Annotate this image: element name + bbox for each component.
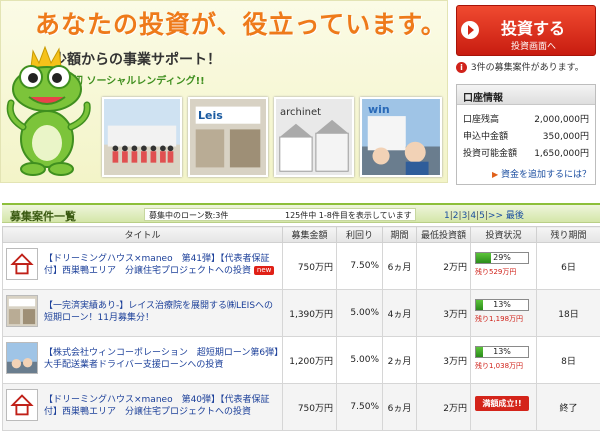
progress-bar: 29% — [475, 252, 529, 264]
account-row: 口座残高 2,000,000円 — [463, 112, 589, 125]
column-header[interactable]: タイトル — [2, 226, 283, 243]
loan-amount: 1,200万円 — [282, 336, 337, 384]
progress-bar: 13% — [475, 299, 529, 311]
account-row: 申込中金額 350,000円 — [463, 129, 589, 142]
loan-amount: 1,390万円 — [282, 289, 337, 337]
loan-yield: 7.50% — [336, 383, 383, 431]
table-header-row: タイトル 募集金額 利回り 期間 最低投資額 投資状況 残り期間 — [2, 226, 600, 243]
progress-bar: 13% — [475, 346, 529, 358]
account-info-panel: 口座情報 口座残高 2,000,000円 申込中金額 350,000円 投資可能… — [456, 84, 596, 185]
loan-amount: 750万円 — [282, 242, 337, 290]
account-row-value: 2,000,000円 — [534, 115, 589, 125]
progress-percent: 13% — [493, 347, 511, 356]
loan-min-investment: 3万円 — [416, 289, 471, 337]
invest-button-label: 投資する — [501, 19, 566, 38]
house-logo-icon — [6, 248, 38, 280]
invest-button[interactable]: 投資する 投資画面へ — [456, 5, 596, 56]
project-photos: Leis archinet win — [102, 97, 444, 179]
account-row: 投資可能金額 1,650,000円 — [463, 146, 589, 159]
loan-yield: 7.50% — [336, 242, 383, 290]
arrow-right-icon — [461, 21, 479, 39]
house-logo-icon — [6, 389, 38, 421]
loan-min-investment: 3万円 — [416, 336, 471, 384]
account-row-value: 1,650,000円 — [534, 149, 589, 159]
loan-term: 6ヵ月 — [382, 242, 417, 290]
remaining-amount: 残り1,038万円 — [475, 362, 524, 370]
add-funds-link[interactable]: ▶ 資金を追加するには？ — [492, 167, 591, 180]
column-header[interactable]: 投資状況 — [470, 226, 537, 243]
loan-title-link[interactable]: 【株式会社ウィンコーポレーション 超短期ローン第6弾】大手配送業者ドライバー支援… — [44, 347, 280, 371]
table-row[interactable]: 【一完済実績あり-】レイス治療院を展開する㈱LEISへの短期ローン！11月募集分… — [2, 289, 600, 337]
loan-yield: 5.00% — [336, 336, 383, 384]
account-row-label: 口座残高 — [463, 115, 500, 125]
leis-logo: Leis — [198, 109, 223, 122]
listing-summary: 募集中のローン数:3件 125件中 1-8件目を表示しています — [144, 208, 416, 221]
next-page-link[interactable]: >> — [488, 211, 503, 221]
table-row[interactable]: 【株式会社ウィンコーポレーション 超短期ローン第6弾】大手配送業者ドライバー支援… — [2, 336, 600, 384]
loan-term: 6ヵ月 — [382, 383, 417, 431]
loan-yield: 5.00% — [336, 289, 383, 337]
progress-percent: 13% — [493, 300, 511, 309]
frog-mascot-icon — [6, 45, 91, 176]
table-row[interactable]: 【ドリーミングハウス×maneo 第40弾】【代表者保証付】西巣鴨エリア 分譲住… — [2, 383, 600, 431]
pagination: 1|2|3|4|5|>> 最後 — [444, 211, 524, 221]
win-logo: win — [368, 103, 390, 116]
new-badge: new — [253, 266, 275, 275]
loan-amount: 750万円 — [282, 383, 337, 431]
invest-button-sublabel: 投資画面へ — [511, 42, 557, 52]
table-row[interactable]: 【ドリーミングハウス×maneo 第41弾】【代表者保証付】西巣鴨エリア 分譲住… — [2, 242, 600, 290]
column-header[interactable]: 利回り — [336, 226, 383, 243]
account-row-value: 350,000円 — [542, 132, 589, 142]
archinet-logo: archinet — [280, 107, 322, 118]
photo-win: win — [360, 97, 442, 177]
account-title: 口座情報 — [457, 85, 595, 105]
loans-table: タイトル 募集金額 利回り 期間 最低投資額 投資状況 残り期間 【ドリーミング… — [2, 226, 600, 431]
remaining-period: 8日 — [536, 336, 600, 384]
loan-title-link[interactable]: 【一完済実績あり-】レイス治療院を展開する㈱LEISへの短期ローン！11月募集分… — [44, 300, 280, 324]
progress-percent: 29% — [493, 253, 511, 262]
loan-title-text: 【一完済実績あり-】レイス治療院を展開する㈱LEISへの短期ローン！11月募集分… — [44, 301, 274, 323]
leis-thumbnail-icon — [6, 295, 38, 327]
column-header[interactable]: 残り期間 — [536, 226, 600, 243]
loan-title-text: 【ドリーミングハウス×maneo 第40弾】【代表者保証付】西巣鴨エリア 分譲住… — [44, 395, 270, 417]
loan-term: 2ヵ月 — [382, 336, 417, 384]
promo-banner[interactable]: あなたの投資が、役立っています。 少額からの事業サポート！ 日本初 ソーシャルレ… — [0, 0, 448, 183]
loan-title-text: 【ドリーミングハウス×maneo 第41弾】【代表者保証付】西巣鴨エリア 分譲住… — [44, 254, 270, 276]
photo-group — [102, 97, 182, 177]
remaining-period: 終了 — [536, 383, 600, 431]
account-row-label: 申込中金額 — [463, 132, 509, 142]
loan-term: 4ヵ月 — [382, 289, 417, 337]
banner-headline: あなたの投資が、役立っています。 — [35, 10, 447, 39]
notice-text: 3件の募集案件があります。 — [470, 63, 584, 73]
loan-min-investment: 2万円 — [416, 242, 471, 290]
win-thumbnail-icon — [6, 342, 38, 374]
listing-header-bar: 募集案件一覧 募集中のローン数:3件 125件中 1-8件目を表示しています 1… — [2, 203, 600, 223]
loan-title-text: 【株式会社ウィンコーポレーション 超短期ローン第6弾】大手配送業者ドライバー支援… — [44, 348, 279, 370]
column-header[interactable]: 期間 — [382, 226, 417, 243]
listing-range: 125件中 1-8件目を表示しています — [285, 211, 412, 220]
column-header[interactable]: 募集金額 — [282, 226, 337, 243]
add-funds-label: 資金を追加するには？ — [500, 170, 591, 180]
photo-leis: Leis — [188, 97, 268, 177]
photo-archinet: archinet — [274, 97, 354, 177]
open-loans-notice: i 3件の募集案件があります。 — [456, 60, 584, 74]
remaining-amount: 残り529万円 — [475, 268, 517, 276]
loan-title-link[interactable]: 【ドリーミングハウス×maneo 第40弾】【代表者保証付】西巣鴨エリア 分譲住… — [44, 394, 280, 418]
account-row-label: 投資可能金額 — [463, 149, 518, 159]
listing-count: 募集中のローン数:3件 — [149, 211, 229, 220]
fully-funded-badge: 満額成立!! — [475, 396, 529, 411]
remaining-period: 6日 — [536, 242, 600, 290]
remaining-period: 18日 — [536, 289, 600, 337]
last-page-link[interactable]: 最後 — [506, 211, 524, 221]
loan-title-link[interactable]: 【ドリーミングハウス×maneo 第41弾】【代表者保証付】西巣鴨エリア 分譲住… — [44, 253, 280, 277]
remaining-amount: 残り1,198万円 — [475, 315, 524, 323]
column-header[interactable]: 最低投資額 — [416, 226, 471, 243]
loan-min-investment: 2万円 — [416, 383, 471, 431]
arrow-right-icon: ▶ — [491, 170, 499, 179]
listing-title: 募集案件一覧 — [10, 210, 76, 223]
info-icon: i — [456, 62, 467, 73]
